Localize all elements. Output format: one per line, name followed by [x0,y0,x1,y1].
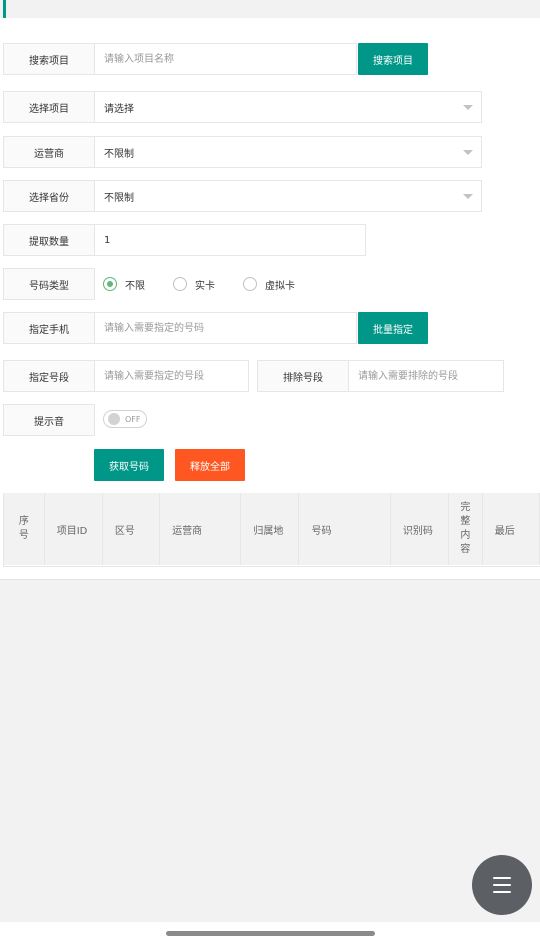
carrier-label: 运营商 [3,136,95,168]
switch-state-text: OFF [125,414,141,424]
col-header-full-content[interactable]: 完整内容 [448,493,483,565]
floating-menu-button[interactable] [472,855,532,915]
quantity-label: 提取数量 [3,224,95,256]
number-type-label: 号码类型 [3,268,95,300]
home-indicator[interactable] [166,931,375,936]
menu-icon [493,891,511,893]
province-value: 不限制 [104,192,134,204]
province-label: 选择省份 [3,180,95,212]
radio-checked-icon [103,277,117,291]
form-panel: 搜索项目 搜索项目 选择项目 请选择 运营商 不限制 选择省份 不限制 提取数量… [0,18,540,580]
quantity-input[interactable] [94,224,366,256]
exclude-segment-label: 排除号段 [257,360,349,392]
col-header-id-code[interactable]: 识别码 [390,493,449,565]
assign-segment-input[interactable] [94,360,249,392]
caret-down-icon [463,194,473,199]
radio-virtual-card-label: 虚拟卡 [265,280,295,292]
results-table: 序号 项目ID 区号 运营商 归属地 号码 识别码 完整内容 最后 [3,493,540,567]
search-project-button[interactable]: 搜索项目 [358,43,428,75]
radio-physical-card-label: 实卡 [195,280,215,292]
top-bar-accent [3,0,6,18]
exclude-segment-input[interactable] [348,360,504,392]
select-project-label: 选择项目 [3,91,95,123]
select-project-value: 请选择 [104,103,134,115]
search-project-label: 搜索项目 [3,43,95,75]
get-number-button[interactable]: 获取号码 [94,449,164,481]
col-header-location[interactable]: 归属地 [240,493,300,565]
radio-unchecked-icon [173,277,187,291]
col-header-number[interactable]: 号码 [298,493,391,565]
menu-icon [493,877,511,879]
carrier-value: 不限制 [104,148,134,160]
search-project-input[interactable] [94,43,357,75]
assign-phone-label: 指定手机 [3,312,95,344]
carrier-dropdown[interactable]: 不限制 [94,136,482,168]
radio-unlimited[interactable]: 不限 [103,268,145,300]
alert-sound-label: 提示音 [3,404,95,436]
release-all-button[interactable]: 释放全部 [175,449,245,481]
col-header-area-code[interactable]: 区号 [102,493,161,565]
switch-knob [108,413,120,425]
caret-down-icon [463,150,473,155]
radio-physical-card[interactable]: 实卡 [173,268,215,300]
results-table-grid: 序号 项目ID 区号 运营商 归属地 号码 识别码 完整内容 最后 [4,493,540,565]
number-type-radio-group: 不限 实卡 虚拟卡 [94,268,394,300]
caret-down-icon [463,105,473,110]
col-header-project-id[interactable]: 项目ID [44,493,103,565]
top-bar [0,0,540,18]
col-header-index[interactable]: 序号 [4,493,45,565]
province-dropdown[interactable]: 不限制 [94,180,482,212]
col-header-last[interactable]: 最后 [482,493,540,565]
col-header-carrier[interactable]: 运营商 [159,493,242,565]
table-header-row: 序号 项目ID 区号 运营商 归属地 号码 识别码 完整内容 最后 [4,493,540,565]
assign-phone-input[interactable] [94,312,357,344]
menu-icon [493,884,511,886]
radio-virtual-card[interactable]: 虚拟卡 [243,268,295,300]
alert-sound-switch[interactable]: OFF [103,410,147,428]
assign-segment-label: 指定号段 [3,360,95,392]
select-project-dropdown[interactable]: 请选择 [94,91,482,123]
radio-unlimited-label: 不限 [125,280,145,292]
radio-unchecked-icon [243,277,257,291]
batch-assign-button[interactable]: 批量指定 [358,312,428,344]
